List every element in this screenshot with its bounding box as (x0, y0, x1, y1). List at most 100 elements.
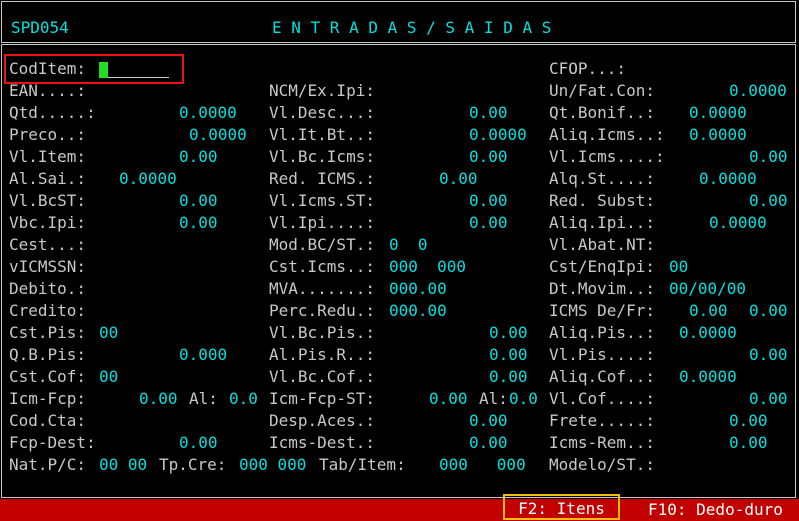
percredu-label: Perc.Redu.: (269, 301, 375, 320)
cest-label: Cest...: (9, 235, 87, 254)
function-key-bar: F2: Itens F10: Dedo-duro (0, 494, 799, 521)
dtmovim-label: Dt.Movim..: (549, 279, 655, 298)
tabitem-label: Tab/Item: (319, 455, 406, 474)
aliqicms-value: 0.0000 (689, 125, 747, 144)
al1-label: Al: (189, 389, 218, 408)
modelo-label: Modelo/ST.: (549, 455, 655, 474)
coditem-label: CodItem: (9, 59, 87, 78)
vlitem-value: 0.00 (179, 147, 218, 166)
dtmovim-value: 00/00/00 (669, 279, 747, 298)
vicmssn-label: vICMSSN: (9, 257, 87, 276)
vlicmsst-value: 0.00 (469, 191, 508, 210)
unfat-value: 0.0000 (729, 81, 787, 100)
alpisr-value: 0.00 (489, 345, 528, 364)
codcta-label: Cod.Cta: (9, 411, 87, 430)
vlbccof-label: Vl.Bc.Cof.: (269, 367, 375, 386)
cstpis-label: Cst.Pis: (9, 323, 87, 342)
qbpis-value: 0.000 (179, 345, 228, 364)
preco-value: 0.0000 (189, 125, 247, 144)
vldesc-label: Vl.Desc...: (269, 103, 375, 122)
natpc-value: 00 00 (99, 455, 148, 474)
mva-value: 000.00 (389, 279, 447, 298)
vlbcst-label: Vl.BcST: (9, 191, 87, 210)
tpcre-label: Tp.Cre: (159, 455, 227, 474)
qtd-value: 0.0000 (179, 103, 237, 122)
despaces-value: 0.00 (469, 411, 508, 430)
preco-label: Preco..: (9, 125, 87, 144)
credito-label: Credito: (9, 301, 87, 320)
vlitbt-label: Vl.It.Bt..: (269, 125, 375, 144)
aliqpis-value: 0.0000 (679, 323, 737, 342)
f2-itens-key[interactable]: F2: Itens (503, 494, 620, 520)
alpisr-label: Al.Pis.R..: (269, 345, 375, 364)
icmsrem-value: 0.00 (729, 433, 768, 452)
icmfcp-value: 0.00 (139, 389, 178, 408)
fcpdest-value: 0.00 (179, 433, 218, 452)
modbc-value: 0 0 (389, 235, 428, 254)
vlcof-value: 0.00 (749, 389, 788, 408)
aliqcof-label: Aliq.Cof..: (549, 367, 655, 386)
frete-label: Frete.....: (549, 411, 655, 430)
percredu-value: 000.00 (389, 301, 447, 320)
vbcipi-value: 0.00 (179, 213, 218, 232)
screen-title: E N T R A D A S / S A I D A S (272, 18, 552, 37)
redicms-label: Red. ICMS.: (269, 169, 375, 188)
vlicms-label: Vl.Icms....: (549, 147, 665, 166)
vlicms-value: 0.00 (749, 147, 788, 166)
vldesc-value: 0.00 (469, 103, 508, 122)
vbcipi-label: Vbc.Ipi: (9, 213, 87, 232)
redicms-value: 0.00 (439, 169, 478, 188)
aliqpis-label: Aliq.Pis..: (549, 323, 655, 342)
vlipi-label: Vl.Ipi....: (269, 213, 375, 232)
icmfcpst-value: 0.00 (429, 389, 468, 408)
vlbcst-value: 0.00 (179, 191, 218, 210)
vlabat-label: Vl.Abat.NT: (549, 235, 655, 254)
vlbcpis-value: 0.00 (489, 323, 528, 342)
qbpis-label: Q.B.Pis: (9, 345, 87, 364)
aliqcof-value: 0.0000 (679, 367, 737, 386)
vlpis-value: 0.00 (749, 345, 788, 364)
cstcof-label: Cst.Cof: (9, 367, 87, 386)
icmsdest-label: Icms-Dest.: (269, 433, 375, 452)
cstenq-label: Cst/EnqIpi: (549, 257, 655, 276)
redsubst-value: 0.00 (749, 191, 788, 210)
vlpis-label: Vl.Pis....: (549, 345, 655, 364)
ncm-label: NCM/Ex.Ipi: (269, 81, 375, 100)
vlitem-label: Vl.Item: (9, 147, 87, 166)
modbc-label: Mod.BC/ST.: (269, 235, 375, 254)
qtd-label: Qtd.....: (9, 103, 96, 122)
icmsdefr-label: ICMS De/Fr: (549, 301, 655, 320)
aliqipi-label: Aliq.Ipi..: (549, 213, 655, 232)
mva-label: MVA.......: (269, 279, 375, 298)
alqst-value: 0.0000 (699, 169, 757, 188)
alsai-value: 0.0000 (119, 169, 177, 188)
header-panel: SPD054 E N T R A D A S / S A I D A S (1, 1, 796, 43)
aliqicms-label: Aliq.Icms..: (549, 125, 665, 144)
alqst-label: Alq.St....: (549, 169, 655, 188)
cstenq-value: 00 (669, 257, 689, 276)
icmfcp-label: Icm-Fcp: (9, 389, 87, 408)
redsubst-label: Red. Subst: (549, 191, 655, 210)
vlipi-value: 0.00 (469, 213, 508, 232)
vlbcpis-label: Vl.Bc.Pis.: (269, 323, 375, 342)
csticms-label: Cst.Icms..: (269, 257, 375, 276)
qtbonif-label: Qt.Bonif..: (549, 103, 655, 122)
frete-value: 0.00 (729, 411, 768, 430)
natpc-label: Nat.P/C: (9, 455, 87, 474)
tpcre-value: 000 000 (239, 455, 307, 474)
al2-value: 0.0 (509, 389, 538, 408)
coditem-input[interactable] (99, 62, 108, 78)
vlcof-label: Vl.Cof....: (549, 389, 655, 408)
cstpis-value: 00 (99, 323, 119, 342)
vlbccof-value: 0.00 (489, 367, 528, 386)
tabitem-value: 000 000 (439, 455, 526, 474)
vlbcicms-label: Vl.Bc.Icms: (269, 147, 375, 166)
icmfcpst-label: Icm-Fcp-ST: (269, 389, 375, 408)
f10-dedo-duro-key[interactable]: F10: Dedo-duro (648, 499, 783, 521)
icmsdefr-value-1: 0.00 (689, 301, 728, 320)
ean-label: EAN....: (9, 81, 87, 100)
alsai-label: Al.Sai.: (9, 169, 87, 188)
unfat-label: Un/Fat.Con: (549, 81, 655, 100)
despaces-label: Desp.Aces.: (269, 411, 375, 430)
icmsdefr-value-2: 0.00 (749, 301, 788, 320)
